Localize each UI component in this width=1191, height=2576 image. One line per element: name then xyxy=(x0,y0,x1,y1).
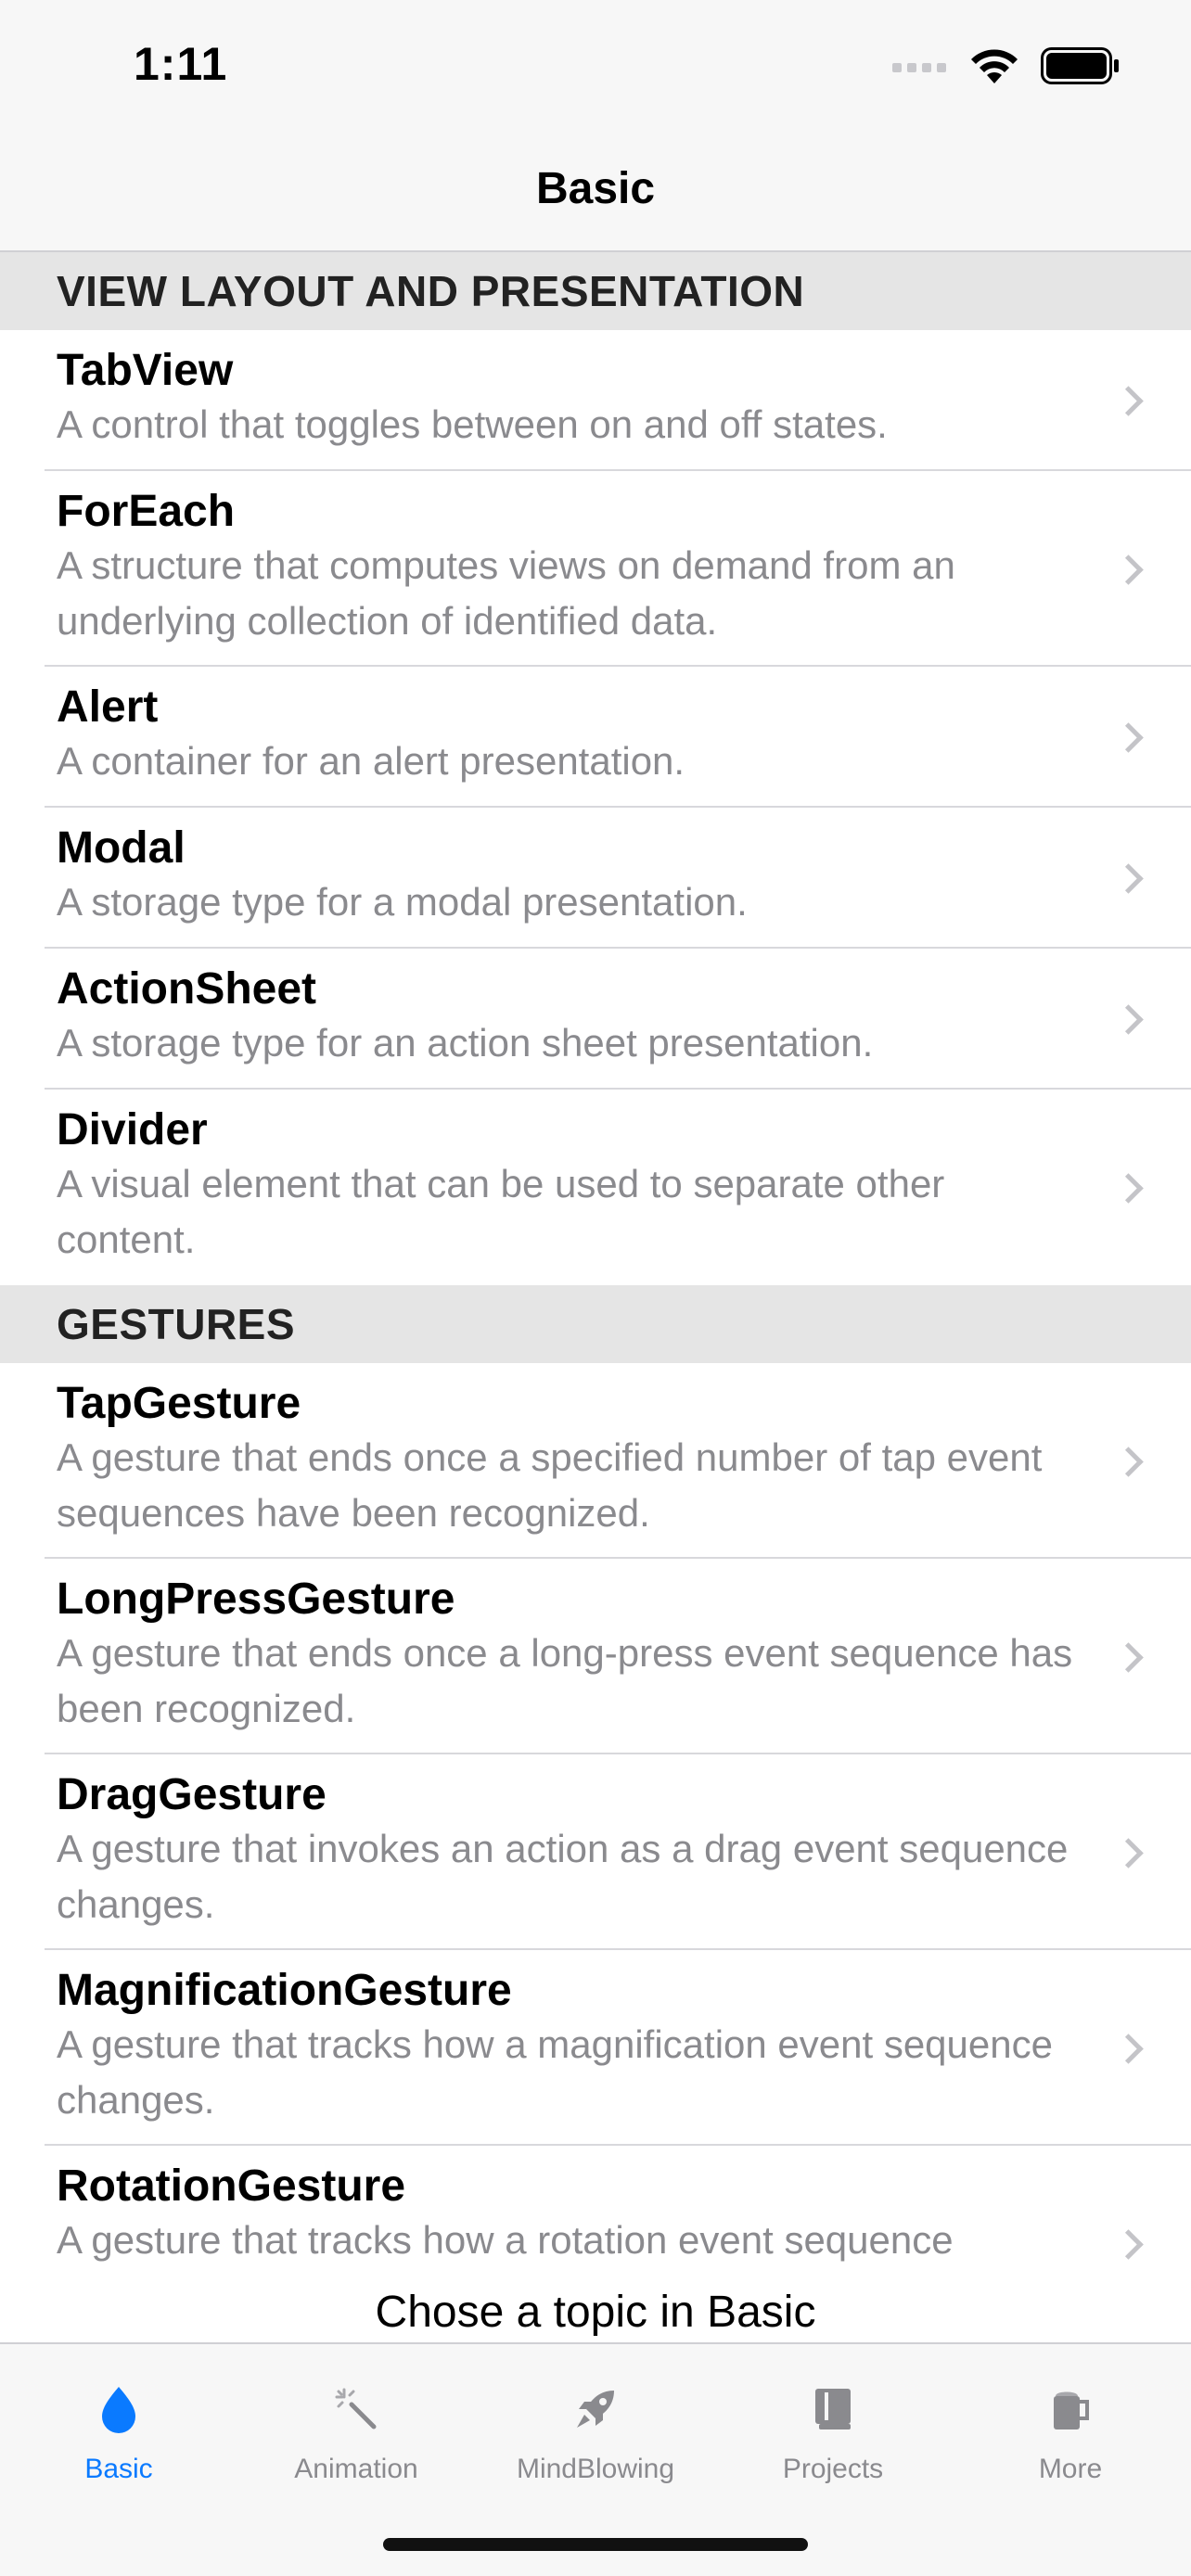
list-item-description: A container for an alert presentation. xyxy=(57,739,685,783)
list-item-alert[interactable]: Alert A container for an alert presentat… xyxy=(0,667,1191,808)
list-item-draggesture[interactable]: DragGesture A gesture that invokes an ac… xyxy=(0,1754,1191,1950)
chevron-right-icon xyxy=(1113,554,1144,585)
status-icons xyxy=(892,46,1121,90)
tab-label: Basic xyxy=(84,2454,153,2484)
list-item-divider[interactable]: Divider A visual element that can be use… xyxy=(0,1090,1191,1285)
list-item-title: DragGesture xyxy=(57,1770,327,1819)
list-item-title: MagnificationGesture xyxy=(57,1966,512,2015)
chevron-right-icon xyxy=(1113,386,1144,416)
chevron-right-icon xyxy=(1113,722,1144,753)
navigation-bar: Basic xyxy=(0,137,1191,252)
tab-label: MindBlowing xyxy=(516,2454,675,2484)
tab-basic[interactable]: Basic xyxy=(0,2372,237,2485)
list-item-modal[interactable]: Modal A storage type for a modal present… xyxy=(0,808,1191,949)
cellular-signal-icon xyxy=(892,59,948,77)
list-item-title: TabView xyxy=(57,346,234,395)
section-header-gestures: GESTURES xyxy=(0,1285,1191,1363)
list-item-description: A gesture that invokes an action as a dr… xyxy=(57,1827,1069,1926)
list-item-title: LongPressGesture xyxy=(57,1575,455,1624)
list-item-title: TapGesture xyxy=(57,1379,301,1428)
list-item-description: A gesture that ends once a specified num… xyxy=(57,1435,1043,1535)
tab-more[interactable]: More xyxy=(952,2372,1189,2485)
tab-projects[interactable]: Projects xyxy=(714,2372,952,2485)
tab-label: Animation xyxy=(294,2454,418,2484)
list-item-description: A gesture that ends once a long-press ev… xyxy=(57,1631,1073,1730)
list-item-description: A storage type for a modal presentation. xyxy=(57,880,748,924)
detail-placeholder-text: Chose a topic in Basic xyxy=(375,2288,816,2337)
mug-icon xyxy=(952,2372,1189,2446)
tab-label: Projects xyxy=(782,2454,884,2484)
list-item-title: Alert xyxy=(57,682,159,732)
rocket-icon xyxy=(477,2372,714,2446)
status-time: 1:11 xyxy=(134,38,228,90)
chevron-right-icon xyxy=(1113,1641,1144,1673)
list-item-magnificationgesture[interactable]: MagnificationGesture A gesture that trac… xyxy=(0,1950,1191,2146)
list-item-tapgesture[interactable]: TapGesture A gesture that ends once a sp… xyxy=(0,1363,1191,1559)
tab-mindblowing[interactable]: MindBlowing xyxy=(477,2372,714,2485)
section-header-view-layout: VIEW LAYOUT AND PRESENTATION xyxy=(0,252,1191,330)
chevron-right-icon xyxy=(1113,863,1144,894)
wifi-icon xyxy=(968,46,1020,90)
list-item-tabview[interactable]: TabView A control that toggles between o… xyxy=(0,330,1191,471)
page-title: Basic xyxy=(535,164,656,213)
list-item-title: Modal xyxy=(57,823,186,873)
status-bar: 1:11 xyxy=(0,0,1191,137)
list-item-longpressgesture[interactable]: LongPressGesture A gesture that ends onc… xyxy=(0,1559,1191,1754)
magic-wand-icon xyxy=(237,2372,475,2446)
list-item-description: A structure that computes views on deman… xyxy=(57,543,955,643)
chevron-right-icon xyxy=(1113,2228,1144,2260)
screen: 1:11 Basic VIEW LAYOUT AND PRESENTATION … xyxy=(0,0,1191,2576)
list-item-description: A visual element that can be used to sep… xyxy=(57,1162,945,1261)
home-indicator[interactable] xyxy=(383,2538,808,2551)
list-item-description: A gesture that tracks how a rotation eve… xyxy=(57,2218,954,2262)
list-item-title: ForEach xyxy=(57,487,236,536)
list-item-title: ActionSheet xyxy=(57,964,317,1014)
topic-list[interactable]: VIEW LAYOUT AND PRESENTATION TabView A c… xyxy=(0,252,1191,2302)
tab-label: More xyxy=(1038,2454,1103,2484)
list-item-title: RotationGesture xyxy=(57,2162,406,2211)
chevron-right-icon xyxy=(1113,1004,1144,1035)
battery-icon xyxy=(1041,47,1121,89)
list-item-description: A storage type for an action sheet prese… xyxy=(57,1021,874,1065)
book-icon xyxy=(714,2372,952,2446)
chevron-right-icon xyxy=(1113,1172,1144,1204)
tab-animation[interactable]: Animation xyxy=(237,2372,475,2485)
chevron-right-icon xyxy=(1113,2033,1144,2064)
list-item-actionsheet[interactable]: ActionSheet A storage type for an action… xyxy=(0,949,1191,1090)
drop-icon xyxy=(0,2372,237,2446)
chevron-right-icon xyxy=(1113,1446,1144,1477)
chevron-right-icon xyxy=(1113,1837,1144,1868)
list-item-rotationgesture[interactable]: RotationGesture A gesture that tracks ho… xyxy=(0,2146,1191,2302)
list-item-foreach[interactable]: ForEach A structure that computes views … xyxy=(0,471,1191,667)
list-item-title: Divider xyxy=(57,1105,208,1154)
list-item-description: A gesture that tracks how a magnificatio… xyxy=(57,2022,1053,2122)
list-item-description: A control that toggles between on and of… xyxy=(57,402,888,446)
